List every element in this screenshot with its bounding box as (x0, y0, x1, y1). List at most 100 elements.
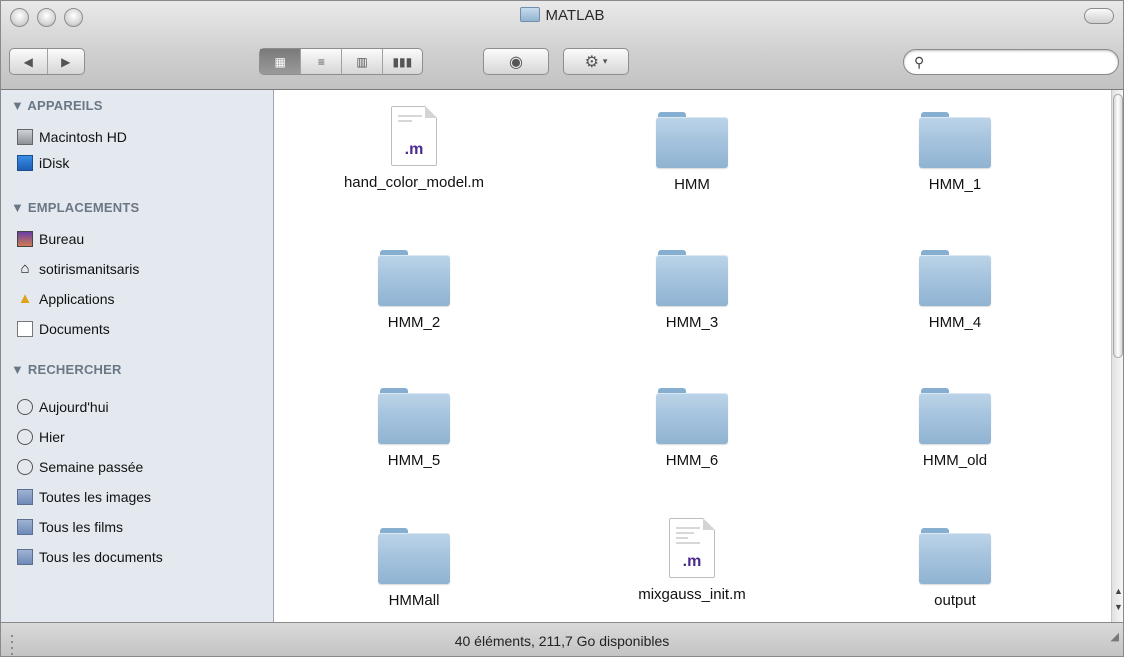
back-arrow-icon: ◀ (23, 54, 33, 69)
file-name: HMM_1 (928, 176, 982, 193)
sidebar: ▼ APPAREILS Macintosh HD iDisk ▼ EMPLACE… (1, 90, 274, 622)
folder-item[interactable]: HMM_3 (592, 250, 792, 331)
action-segment: ⚙ ▾ (563, 48, 629, 75)
search-icon: ⚲ (914, 54, 925, 70)
icon-view-button[interactable]: ▦ (260, 49, 302, 74)
sidebar-item-label: Tous les films (39, 519, 124, 535)
folder-item[interactable]: HMM_6 (592, 388, 792, 469)
file-name: mixgauss_init.m (638, 586, 746, 603)
file-ext-label: .m (404, 141, 424, 158)
sidebar-item-applications[interactable]: ▲ Applications (17, 288, 115, 310)
idisk-icon (17, 155, 33, 171)
folder-icon (656, 250, 728, 306)
sidebar-item-label: Aujourd'hui (39, 399, 109, 415)
resize-grip-icon[interactable]: ◢ (1111, 619, 1119, 655)
sidebar-item-documents[interactable]: Documents (17, 318, 110, 340)
eye-icon: ◉ (509, 53, 523, 71)
folder-icon (919, 388, 991, 444)
folder-item[interactable]: output (855, 528, 1055, 609)
folder-icon (378, 528, 450, 584)
finder-window: MATLAB ◀ ▶ ▦ ≡ ▥ ▮▮▮ ◉ ⚙ ▾ ⚲ ▼ APPAREILS… (0, 0, 1124, 657)
file-ext-label: .m (682, 553, 702, 570)
home-icon: ⌂ (20, 260, 30, 277)
folder-icon (656, 388, 728, 444)
file-name: HMM (674, 176, 710, 193)
sidebar-item-tous-les-documents[interactable]: Tous les documents (17, 546, 163, 568)
file-item[interactable]: .m hand_color_model.m (314, 106, 514, 191)
file-name: hand_color_model.m (343, 174, 485, 191)
file-name: HMM_4 (928, 314, 982, 331)
folder-item[interactable]: HMM_2 (314, 250, 514, 331)
sidebar-item-hier[interactable]: Hier (17, 426, 65, 448)
m-file-icon: .m (669, 518, 715, 578)
forward-button[interactable]: ▶ (48, 49, 85, 74)
scrollbar-thumb[interactable] (1113, 94, 1123, 358)
columns-icon: ▥ (356, 54, 368, 69)
sidebar-item-tous-les-films[interactable]: Tous les films (17, 516, 123, 538)
sidebar-item-home[interactable]: ⌂ sotirismanitsaris (17, 258, 139, 280)
gear-icon: ⚙ (584, 53, 599, 71)
folder-item[interactable]: HMM_old (855, 388, 1055, 469)
quicklook-button[interactable]: ◉ (484, 49, 548, 74)
status-bar: 40 éléments, 211,7 Go disponibles ◢ (1, 619, 1123, 656)
file-name: HMM_6 (665, 452, 719, 469)
sidebar-item-idisk[interactable]: iDisk (17, 152, 69, 174)
search-field[interactable]: ⚲ (903, 49, 1119, 75)
file-name: HMM_2 (387, 314, 441, 331)
sidebar-item-semaine-passee[interactable]: Semaine passée (17, 456, 143, 478)
list-icon: ≡ (317, 54, 325, 69)
m-file-icon: .m (391, 106, 437, 166)
titlebar-toolbar: MATLAB ◀ ▶ ▦ ≡ ▥ ▮▮▮ ◉ ⚙ ▾ ⚲ (1, 1, 1123, 90)
hard-drive-icon (17, 129, 33, 145)
smart-folder-icon (17, 489, 33, 505)
sidebar-item-aujourdhui[interactable]: Aujourd'hui (17, 396, 109, 418)
view-buttons: ▦ ≡ ▥ ▮▮▮ (259, 48, 423, 75)
folder-icon (919, 250, 991, 306)
back-button[interactable]: ◀ (10, 49, 48, 74)
folder-item[interactable]: HMM_4 (855, 250, 1055, 331)
file-name: HMM_old (922, 452, 988, 469)
sidebar-item-toutes-les-images[interactable]: Toutes les images (17, 486, 151, 508)
sidebar-item-label: Toutes les images (39, 489, 152, 505)
scroll-up-arrow-icon[interactable]: ▲ (1112, 586, 1123, 596)
folder-icon (378, 250, 450, 306)
sidebar-section-appareils[interactable]: ▼ APPAREILS (11, 98, 103, 113)
desktop-icon (17, 231, 33, 247)
smart-folder-icon (17, 519, 33, 535)
sidebar-item-label: Documents (39, 321, 110, 337)
folder-icon (919, 112, 991, 168)
coverflow-view-button[interactable]: ▮▮▮ (383, 49, 422, 74)
sidebar-item-label: Applications (39, 291, 115, 307)
sidebar-item-label: Macintosh HD (39, 129, 127, 145)
chevron-down-icon: ▾ (602, 56, 608, 66)
status-text: 40 éléments, 211,7 Go disponibles (454, 633, 670, 649)
file-item[interactable]: .m mixgauss_init.m (592, 518, 792, 603)
sidebar-item-bureau[interactable]: Bureau (17, 228, 84, 250)
file-name: output (934, 592, 976, 609)
column-view-button[interactable]: ▥ (342, 49, 383, 74)
folder-item[interactable]: HMM_5 (314, 388, 514, 469)
sidebar-item-label: Hier (39, 429, 65, 445)
sidebar-section-rechercher[interactable]: ▼ RECHERCHER (11, 362, 122, 377)
list-view-button[interactable]: ≡ (301, 49, 343, 74)
sidebar-item-label: iDisk (39, 155, 70, 171)
coverflow-icon: ▮▮▮ (392, 54, 413, 69)
sidebar-item-macintosh-hd[interactable]: Macintosh HD (17, 126, 127, 148)
action-button[interactable]: ⚙ ▾ (564, 49, 628, 74)
window-title-text: MATLAB (545, 7, 605, 24)
nav-buttons: ◀ ▶ (9, 48, 85, 75)
smart-folder-icon (17, 549, 33, 565)
window-title: MATLAB (1, 7, 1123, 24)
folder-item[interactable]: HMMall (314, 528, 514, 609)
sidebar-section-emplacements[interactable]: ▼ EMPLACEMENTS (11, 200, 139, 215)
clock-icon (17, 399, 33, 415)
vertical-scrollbar[interactable]: ▲ ▼ (1111, 90, 1123, 622)
scroll-down-arrow-icon[interactable]: ▼ (1112, 602, 1123, 612)
sidebar-item-label: Bureau (39, 231, 85, 247)
folder-item[interactable]: HMM_1 (855, 112, 1055, 193)
folder-item[interactable]: HMM (592, 112, 792, 193)
toolbar-toggle-button[interactable] (1084, 8, 1114, 24)
applications-icon: ▲ (17, 290, 33, 307)
file-icon-view: .m hand_color_model.m HMM HMM_1 HMM_2 HM… (274, 90, 1111, 622)
folder-icon (519, 7, 540, 22)
